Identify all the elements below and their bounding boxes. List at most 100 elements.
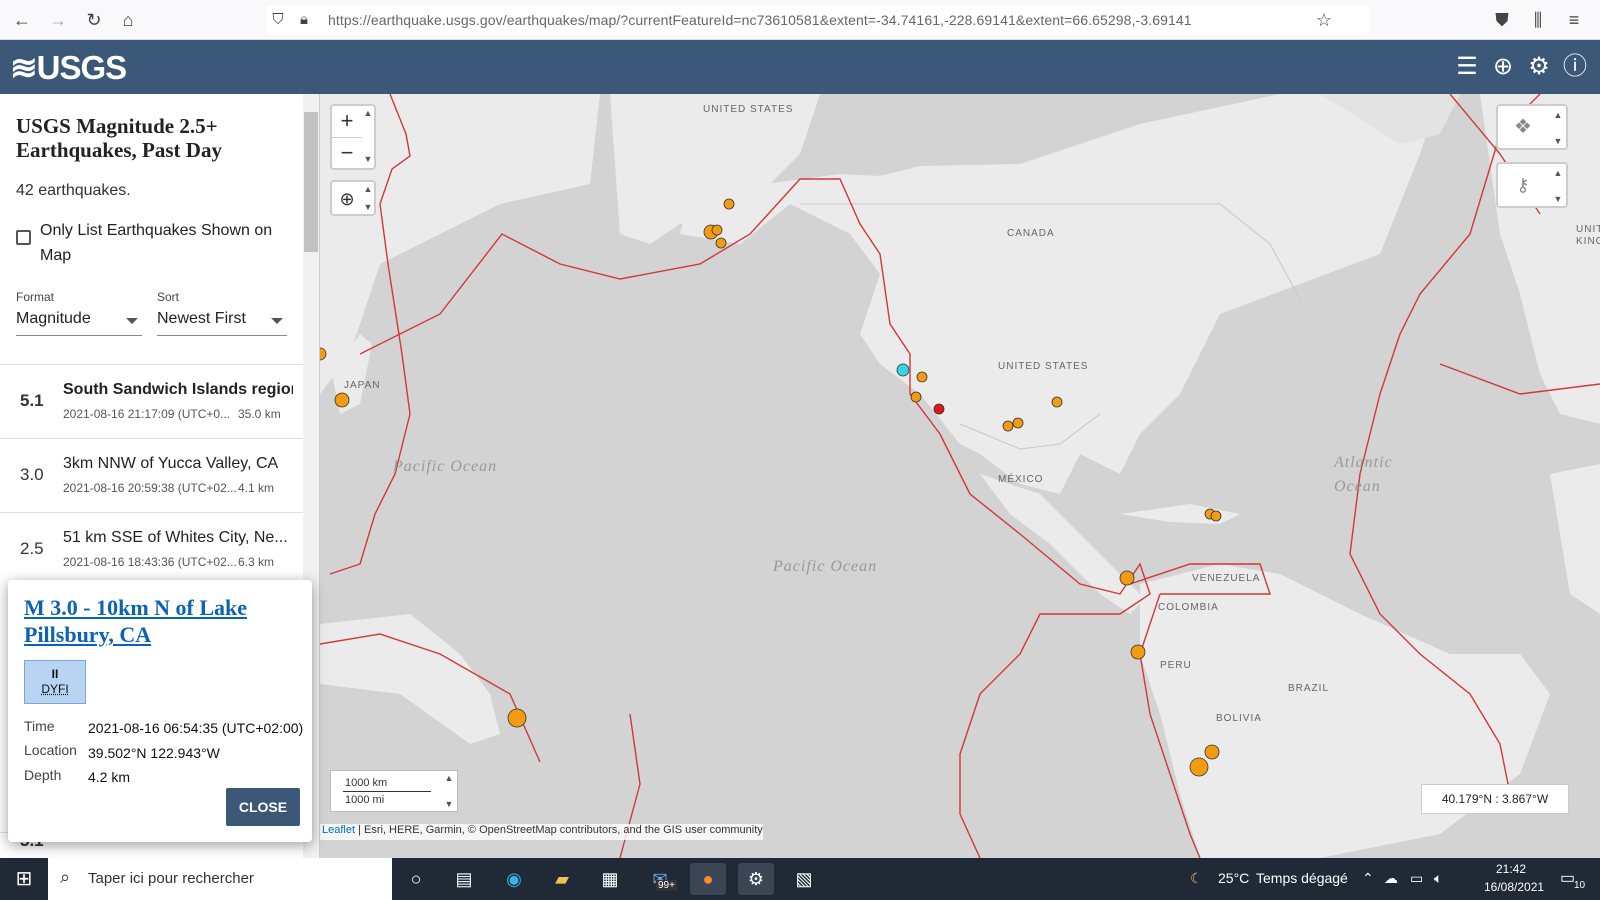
chevron-down-icon [271,318,283,324]
search-icon: ⌕ [60,867,71,887]
earthquake-magnitude: 2.5 [20,539,44,558]
list-item[interactable]: 3.0 3km NNW of Yucca Valley, CA 2021-08-… [0,438,304,511]
list-item[interactable]: 2.5 51 km SSE of Whites City, Ne... 2021… [0,512,304,585]
edge-icon[interactable]: ◉ [496,863,532,895]
earthquake-time: 2021-08-16 20:59:38 (UTC+02... [63,481,237,495]
clock-time[interactable]: 21:42 [1496,862,1526,876]
format-select[interactable]: Magnitude [16,308,142,336]
map-label-canada: CANADA [1007,228,1055,239]
map-label-brazil: BRAZIL [1288,683,1330,694]
earthquake-marker [1189,757,1209,777]
list-item[interactable]: 5.1 South Sandwich Islands region 2021-0… [0,364,304,437]
earthquake-marker [910,391,922,403]
map-attribution: Leaflet | Esri, HERE, Garmin, © OpenStre… [320,824,763,840]
widgets-icon[interactable]: ▤ [446,863,482,895]
weather-text[interactable]: Temps dégagé [1256,870,1348,886]
weather-temp[interactable]: 25°C [1218,870,1249,886]
chevron-down-icon[interactable]: ▼ [362,154,374,164]
chevron-down-icon [126,318,138,324]
scrollbar-thumb[interactable] [304,112,318,252]
leaflet-link[interactable]: Leaflet [322,824,355,836]
steam-icon[interactable]: ⚙ [738,863,774,895]
notifications-icon[interactable]: ▭ [1560,868,1575,888]
earthquake-marker [916,371,928,383]
list-icon[interactable]: ☰ [1452,52,1482,82]
globe-icon[interactable]: ⊕ [1488,52,1518,82]
close-button[interactable]: CLOSE [226,788,300,826]
dyfi-badge[interactable]: II DYFI [24,660,86,704]
zoom-out-button[interactable]: − [332,137,362,167]
menu-icon[interactable]: ≡ [1562,8,1586,32]
earthquake-marker [711,224,723,236]
chevron-down-icon[interactable]: ▼ [1552,136,1564,146]
url-bar[interactable]: ⛉ 🔒︎ https://earthquake.usgs.gov/earthqu… [266,5,1370,35]
ocean-label-pacific: Pacific Ocean [773,558,878,575]
mail-badge: 99+ [656,880,677,891]
map-canvas [320,94,1600,858]
chevron-down-icon[interactable]: ▼ [1552,194,1564,204]
taskbar-search-box[interactable]: ⌕ Taper ici pour rechercher [48,858,392,900]
chevron-down-icon[interactable]: ▼ [443,799,455,809]
popup-title-link[interactable]: M 3.0 - 10km N of Lake Pillsbury, CA [24,594,294,648]
chevron-down-icon[interactable]: ▼ [362,202,374,212]
earthquake-marker-recent [933,403,945,415]
earthquake-marker [1204,744,1220,760]
usgs-logo[interactable]: ≋USGS [10,48,127,87]
gear-icon[interactable]: ⚙ [1524,52,1554,82]
earthquake-marker [1119,570,1135,586]
zoom-control: + − ▲ ▼ [330,104,376,170]
earthquake-depth: 35.0 km [238,407,281,421]
earthquake-popup: M 3.0 - 10km N of Lake Pillsbury, CA II … [8,580,312,842]
depth-value: 4.2 km [88,769,131,785]
firefox-icon[interactable]: ● [690,863,726,895]
map-label-united-kingdom: UNIT KING [1576,224,1600,247]
chevron-up-icon[interactable]: ▲ [362,184,374,194]
ocean-label-pacific: Pacific Ocean [393,458,498,475]
earthquake-marker [1012,417,1024,429]
forward-arrow-icon[interactable]: → [46,8,70,32]
time-label: Time [24,718,55,734]
clock-date[interactable]: 16/08/2021 [1484,880,1544,894]
star-icon[interactable]: ☆ [1312,8,1336,32]
earthquake-marker [1051,396,1063,408]
earthquake-magnitude: 3.0 [20,465,44,484]
sort-select[interactable]: Newest First [157,308,287,336]
attribution-text: | Esri, HERE, Garmin, © OpenStreetMap co… [355,824,763,836]
depth-label: Depth [24,767,62,783]
lock-icon[interactable]: 🔒︎ [292,8,316,32]
chevron-up-icon[interactable]: ▲ [1552,110,1564,120]
search-placeholder: Taper ici pour rechercher [88,870,254,887]
reload-icon[interactable]: ↻ [82,8,106,32]
back-arrow-icon[interactable]: ← [10,8,34,32]
chevron-up-icon[interactable]: ▲ [1552,168,1564,178]
format-label: Format [16,290,55,304]
earthquake-place: 51 km SSE of Whites City, Ne... [63,529,288,546]
home-icon[interactable]: ⌂ [116,8,140,32]
shield-icon[interactable]: ⛉ [266,8,290,32]
format-value: Magnitude [16,310,91,327]
chevron-up-icon[interactable]: ⌃ [1362,870,1374,887]
file-explorer-icon[interactable]: ▰ [544,863,580,895]
map-label-peru: PERU [1160,660,1192,671]
map-view[interactable]: UNITED STATES CANADA UNITED STATES MÉXIC… [320,94,1600,858]
key-icon[interactable]: ⚷ [1508,170,1538,200]
pocket-icon[interactable]: ⛊ [1490,8,1514,32]
chevron-up-icon[interactable]: ▲ [443,773,455,783]
network-icon[interactable]: ▭ [1410,870,1423,887]
only-list-checkbox[interactable] [16,230,31,245]
scale-km: 1000 km [345,777,388,789]
cloud-icon[interactable]: ☁ [1384,870,1398,887]
app-icon[interactable]: ▧ [786,863,822,895]
windows-start-icon[interactable]: ⊞ [0,858,48,900]
layers-icon[interactable]: ❖ [1508,112,1538,142]
zoom-in-button[interactable]: + [332,106,362,136]
store-icon[interactable]: ▦ [592,863,628,895]
task-view-icon[interactable]: ○ [398,863,434,895]
speaker-icon[interactable]: 🔈︎ [1434,870,1442,887]
chevron-up-icon[interactable]: ▲ [362,108,374,118]
only-list-label[interactable]: Only List Earthquakes Shown on Map [40,218,290,268]
earthquake-time: 2021-08-16 21:17:09 (UTC+0... [63,407,231,421]
globe-icon[interactable]: ⊕ [332,184,362,214]
library-icon[interactable]: ⫼ [1526,8,1550,32]
help-icon[interactable]: ⓘ [1560,52,1590,82]
